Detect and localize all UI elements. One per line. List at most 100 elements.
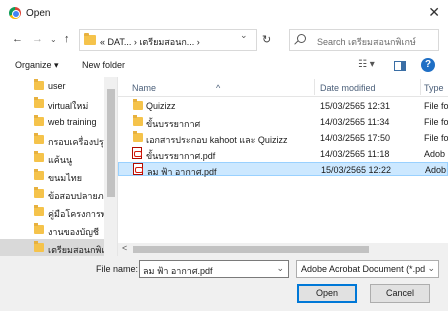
folder-icon — [34, 115, 44, 126]
folder-icon — [133, 131, 143, 142]
column-divider[interactable] — [314, 79, 315, 95]
help-icon[interactable]: ? — [421, 58, 435, 72]
folder-icon — [34, 187, 44, 198]
search-box[interactable]: Search เตรียมสอนกพิเกษ์ — [289, 29, 439, 51]
table-row-selected[interactable]: ลม ฟ้า อากาศ.pdf 15/03/2565 12:22 Adob — [118, 162, 448, 177]
sidebar-item-label: virtualใหม่ — [48, 101, 89, 111]
file-type: File fo — [424, 117, 448, 127]
file-name: เอกสารประกอบ kahoot และ Quizizz — [146, 135, 288, 145]
folder-icon — [34, 241, 44, 252]
pdf-icon — [132, 147, 142, 159]
folder-icon — [34, 97, 44, 108]
sidebar-item-web-training[interactable]: web training — [0, 113, 104, 132]
preview-pane-icon[interactable] — [394, 61, 406, 71]
sidebar-item-label: ขนมไทย — [48, 173, 82, 183]
forward-button[interactable]: → — [32, 33, 43, 45]
sidebar-item-label: งานของบัญชี — [48, 227, 100, 237]
file-name-value[interactable]: ลม ฟ้า อากาศ.pdf — [143, 264, 213, 278]
sidebar-item-label: ข้อสอบปลายภาค — [48, 191, 104, 201]
file-type: File fo — [424, 101, 448, 111]
sidebar-scrollbar[interactable] — [104, 77, 117, 260]
chrome-icon — [9, 7, 21, 19]
file-date: 14/03/2565 11:34 — [320, 117, 390, 127]
file-name: ขั้นบรรยากาศ — [146, 119, 201, 129]
file-name-input[interactable]: ลม ฟ้า อากาศ.pdf ⌄ — [139, 260, 289, 278]
folder-icon — [34, 223, 44, 234]
navigation-pane: user virtualใหม่ web training กรอบเครื่อ… — [0, 77, 118, 260]
column-header-date-modified[interactable]: Date modified — [320, 83, 376, 93]
file-type: Adob — [425, 165, 447, 175]
sidebar-item-label: กรอบเครื่องปรุง — [48, 137, 104, 147]
dialog-footer: File name: ลม ฟ้า อากาศ.pdf ⌄ Adobe Acro… — [0, 256, 448, 311]
file-name: ขั้นบรรยากาศ.pdf — [146, 151, 216, 161]
folder-icon — [133, 115, 143, 126]
file-type-value: Adobe Acrobat Document (*.pdf) — [301, 264, 425, 274]
sidebar-item-folder-7[interactable]: ข้อสอบปลายภาค — [0, 185, 104, 204]
sidebar-item-folder-5[interactable]: แค้นนู — [0, 149, 104, 168]
breadcrumb[interactable]: « DAT... › เตรียมสอนก... › — [100, 35, 200, 49]
file-date: 14/03/2565 17:50 — [320, 133, 391, 143]
folder-icon — [84, 33, 96, 45]
file-list: ^ Name Date modified Type Quizizz 15/03/… — [118, 77, 448, 260]
organize-button[interactable]: Organize ▾ — [15, 60, 59, 71]
address-bar[interactable]: « DAT... › เตรียมสอนก... › — [79, 29, 257, 51]
open-button[interactable]: Open — [297, 284, 357, 303]
search-input[interactable]: Search เตรียมสอนกพิเกษ์ — [317, 35, 416, 49]
file-name-label: File name: — [96, 264, 139, 274]
new-folder-button[interactable]: New folder — [82, 60, 125, 70]
file-type: Adob — [424, 149, 446, 159]
chevron-down-icon[interactable]: ⌄ — [276, 263, 284, 274]
chevron-down-icon[interactable]: ⌄ — [427, 263, 435, 274]
folder-icon — [34, 79, 44, 90]
up-one-level-button[interactable]: ↑ — [64, 33, 70, 45]
file-name: Quizizz — [146, 101, 176, 111]
file-type-select[interactable]: Adobe Acrobat Document (*.pdf) ⌄ — [296, 260, 439, 278]
recent-locations-chevron-down-icon[interactable]: ⌄ — [50, 35, 57, 44]
pdf-icon — [133, 163, 143, 175]
folder-icon — [34, 169, 44, 180]
sidebar-item-label: web training — [48, 117, 97, 127]
horizontal-scrollbar[interactable]: < — [118, 243, 448, 256]
scrollbar-thumb[interactable] — [107, 89, 115, 197]
refresh-button[interactable]: ↻ — [262, 33, 271, 46]
command-toolbar: Organize ▾ New folder ☷ ▾ ? — [0, 55, 448, 77]
change-view-button[interactable]: ☷ ▾ — [358, 59, 375, 70]
search-icon — [297, 34, 306, 43]
file-type: File fo — [424, 133, 448, 143]
file-name: ลม ฟ้า อากาศ.pdf — [147, 167, 217, 177]
scroll-left-arrow-icon[interactable]: < — [122, 243, 127, 253]
folder-icon — [34, 151, 44, 162]
table-row[interactable]: Quizizz 15/03/2565 12:31 File fo — [118, 99, 448, 113]
back-button[interactable]: ← — [12, 33, 23, 45]
table-row[interactable]: ขั้นบรรยากาศ.pdf 14/03/2565 11:18 Adob — [118, 147, 448, 161]
table-row[interactable]: เอกสารประกอบ kahoot และ Quizizz 14/03/25… — [118, 131, 448, 145]
column-divider[interactable] — [420, 79, 421, 95]
folder-icon — [133, 99, 143, 110]
file-date: 14/03/2565 11:18 — [320, 149, 390, 159]
sidebar-item-virtual[interactable]: virtualใหม่ — [0, 95, 104, 114]
sidebar-item-label: user — [48, 81, 66, 91]
sidebar-item-label: คู่มือโครงการพพพ — [48, 209, 104, 219]
address-dropdown-chevron-down-icon[interactable]: ⌄ — [240, 30, 248, 41]
sidebar-item-folder-4[interactable]: กรอบเครื่องปรุง — [0, 131, 104, 150]
sidebar-item-label: เตรียมสอนกพิเกษ์ — [48, 245, 104, 255]
file-date: 15/03/2565 12:22 — [321, 165, 392, 175]
sort-ascending-icon: ^ — [216, 83, 221, 93]
sidebar-item-label: แค้นนู — [48, 155, 73, 165]
column-headers: ^ Name Date modified Type — [118, 77, 448, 97]
folder-icon — [34, 133, 44, 144]
folder-icon — [34, 205, 44, 216]
table-row[interactable]: ขั้นบรรยากาศ 14/03/2565 11:34 File fo — [118, 115, 448, 129]
cancel-button[interactable]: Cancel — [370, 284, 430, 303]
sidebar-item-user[interactable]: user — [0, 77, 104, 96]
window-title: Open — [26, 8, 51, 19]
scrollbar-thumb[interactable] — [133, 246, 369, 253]
sidebar-item-folder-9[interactable]: งานของบัญชี — [0, 221, 104, 240]
close-icon[interactable]: ✕ — [428, 4, 440, 21]
column-header-name[interactable]: Name — [132, 83, 156, 93]
column-header-type[interactable]: Type — [424, 83, 444, 93]
sidebar-item-folder-8[interactable]: คู่มือโครงการพพพ — [0, 203, 104, 222]
sidebar-item-folder-6[interactable]: ขนมไทย — [0, 167, 104, 186]
file-date: 15/03/2565 12:31 — [320, 101, 391, 111]
title-bar: Open ✕ — [0, 0, 448, 26]
